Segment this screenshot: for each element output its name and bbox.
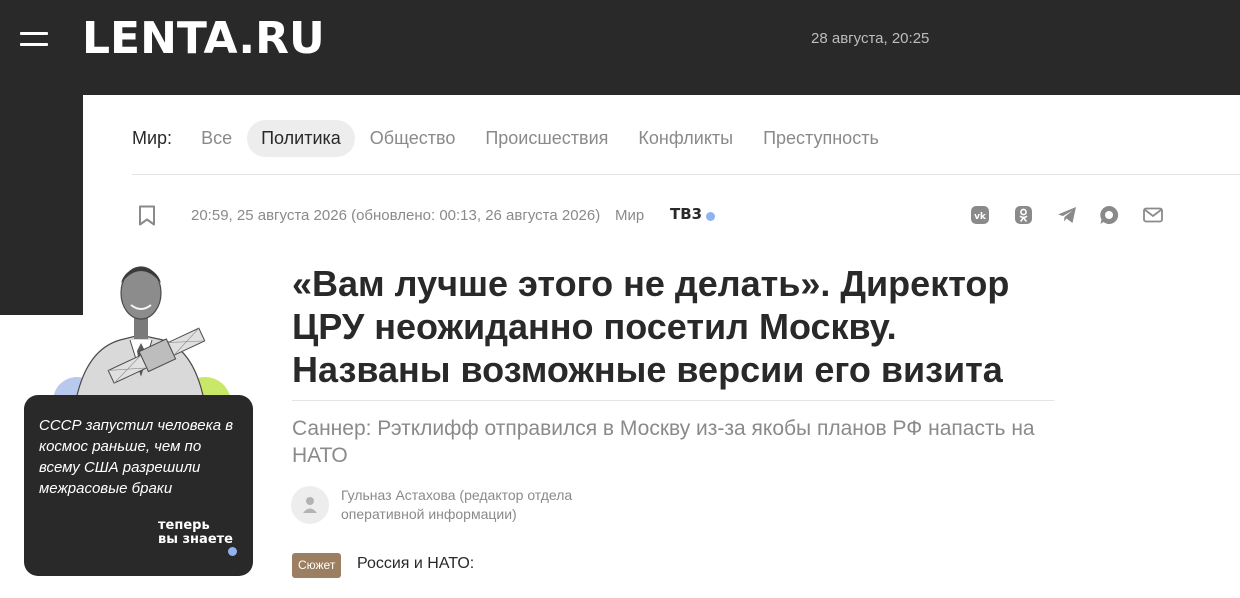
author-name[interactable]: Гульназ Астахова (редактор отдела операт…	[341, 486, 601, 524]
user-icon	[303, 497, 317, 513]
author-avatar[interactable]	[291, 486, 329, 524]
promo-brand: теперь вы знаете	[158, 519, 233, 547]
article-subtitle: Саннер: Рэтклифф отправился в Москву из-…	[292, 417, 1035, 467]
article-rubric-link[interactable]: Мир	[615, 207, 644, 224]
odnoklassniki-icon[interactable]	[1013, 204, 1035, 226]
article-datetime: 20:59, 25 августа 2026 (обновлено: 00:13…	[191, 207, 601, 224]
rubric-tab-society[interactable]: Общество	[370, 128, 456, 149]
promo-dot	[228, 547, 237, 556]
promo-text: СССР запустил человека в космос раньше, …	[39, 417, 234, 497]
promo-card[interactable]: СССР запустил человека в космос раньше, …	[24, 395, 253, 576]
partner-dot	[706, 212, 715, 221]
bookmark-icon[interactable]	[138, 205, 156, 226]
telegram-icon[interactable]	[1056, 204, 1078, 226]
promo-brand-line1: теперь	[158, 518, 210, 533]
rubric-divider	[132, 174, 1240, 175]
svg-text:vk: vk	[974, 212, 987, 222]
rubric-nav: Мир: Все Политика Общество Происшествия …	[132, 119, 909, 157]
max-messenger-icon[interactable]	[1098, 204, 1120, 226]
vk-icon[interactable]: vk	[970, 204, 992, 226]
headline-divider	[292, 400, 1054, 401]
menu-icon[interactable]	[20, 30, 48, 48]
story-title[interactable]: Россия и НАТО:	[357, 555, 474, 573]
article-headline: «Вам лучше этого не делать». Директор ЦР…	[292, 263, 1010, 390]
rubric-tab-conflicts[interactable]: Конфликты	[638, 128, 733, 149]
mail-icon[interactable]	[1142, 204, 1164, 226]
rubric-nav-title: Мир:	[132, 127, 173, 148]
partner-logo[interactable]: ТВ3	[670, 205, 702, 223]
rubric-tab-all[interactable]: Все	[201, 128, 232, 149]
rubric-tab-crime[interactable]: Преступность	[763, 128, 879, 149]
rubric-tab-incidents[interactable]: Происшествия	[485, 128, 608, 149]
story-badge[interactable]: Сюжет	[292, 553, 342, 578]
promo-brand-line2: вы знаете	[158, 532, 233, 547]
rubric-tab-politics[interactable]: Политика	[247, 119, 355, 157]
site-logo[interactable]: LENTA.RU	[82, 14, 325, 64]
promo-illustration	[53, 266, 231, 405]
header-date: 28 августа, 20:25	[811, 30, 930, 47]
